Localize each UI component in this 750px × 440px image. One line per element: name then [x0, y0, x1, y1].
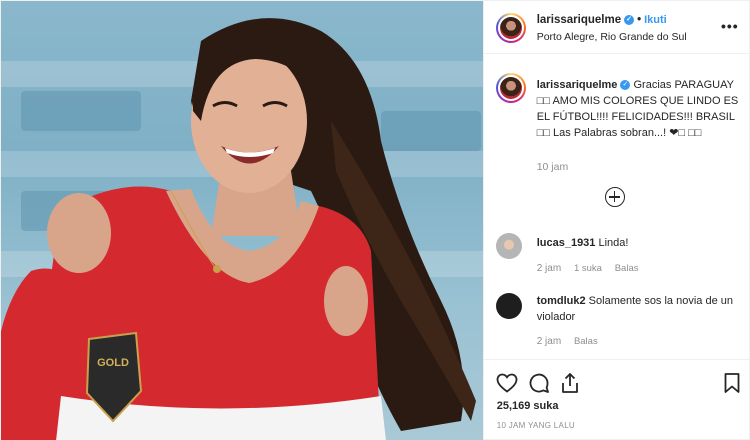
post-photo[interactable]: GOLD	[1, 1, 483, 440]
avatar-image	[499, 77, 522, 99]
post-side-panel: larissariquelme ✓ • Ikuti Porto Alegre, Rio…	[482, 1, 750, 440]
post-actions: 25,169 suka 10 JAM YANG LALU	[483, 359, 750, 440]
comment-likes[interactable]: 1 suka	[574, 263, 602, 274]
person-illustration: GOLD	[1, 18, 476, 440]
comment-row: tomdluk2 Solamente sos la novia de un vi…	[537, 293, 742, 325]
comment-time[interactable]: 2 jam	[537, 263, 561, 274]
caption-avatar[interactable]	[495, 73, 526, 103]
reply-button[interactable]: Balas	[574, 336, 598, 347]
more-options-icon[interactable]: •••	[721, 18, 739, 34]
likes-count[interactable]: 25,169 suka	[497, 400, 559, 412]
caption-time[interactable]: 10 jam	[537, 161, 569, 173]
reply-button[interactable]: Balas	[615, 263, 639, 274]
header-user-row: larissariquelme ✓ • Ikuti	[537, 14, 667, 26]
caption-username[interactable]: larissariquelme	[537, 79, 618, 91]
comment-row: lucas_1931 Linda!	[537, 235, 742, 251]
comment-username[interactable]: tomdluk2	[537, 295, 586, 307]
bookmark-icon[interactable]	[720, 371, 744, 395]
share-icon[interactable]	[558, 371, 582, 395]
avatar-image	[499, 17, 522, 39]
comment-meta: 2 jam Balas	[537, 336, 608, 347]
caption: larissariquelme ✓ Gracias PARAGUAY □□ AMO…	[537, 77, 742, 141]
commenter-avatar[interactable]	[495, 293, 522, 319]
heart-icon[interactable]	[495, 371, 519, 395]
comment-icon[interactable]	[527, 371, 551, 395]
avatar-image	[495, 233, 522, 259]
username-link[interactable]: larissariquelme	[537, 14, 621, 26]
plus-circle-icon[interactable]	[604, 187, 625, 207]
instagram-post: GOLD larissariquelme ✓ • Ikuti Porto Alegre…	[0, 0, 750, 440]
comment-username[interactable]: lucas_1931	[537, 237, 596, 249]
location-link[interactable]: Porto Alegre, Rio Grande do Sul	[537, 31, 687, 43]
svg-text:GOLD: GOLD	[97, 357, 129, 369]
post-header: larissariquelme ✓ • Ikuti Porto Alegre, Rio…	[483, 1, 750, 54]
post-timestamp[interactable]: 10 JAM YANG LALU	[497, 421, 575, 430]
separator-dot: •	[637, 14, 642, 26]
avatar[interactable]	[495, 13, 526, 43]
follow-button[interactable]: Ikuti	[644, 14, 667, 26]
comment-meta: 2 jam 1 suka Balas	[537, 263, 649, 274]
comment-body: Linda!	[598, 237, 629, 249]
verified-icon: ✓	[620, 80, 631, 91]
verified-icon: ✓	[624, 14, 635, 25]
commenter-avatar[interactable]	[495, 233, 522, 259]
comment-time[interactable]: 2 jam	[537, 336, 561, 347]
